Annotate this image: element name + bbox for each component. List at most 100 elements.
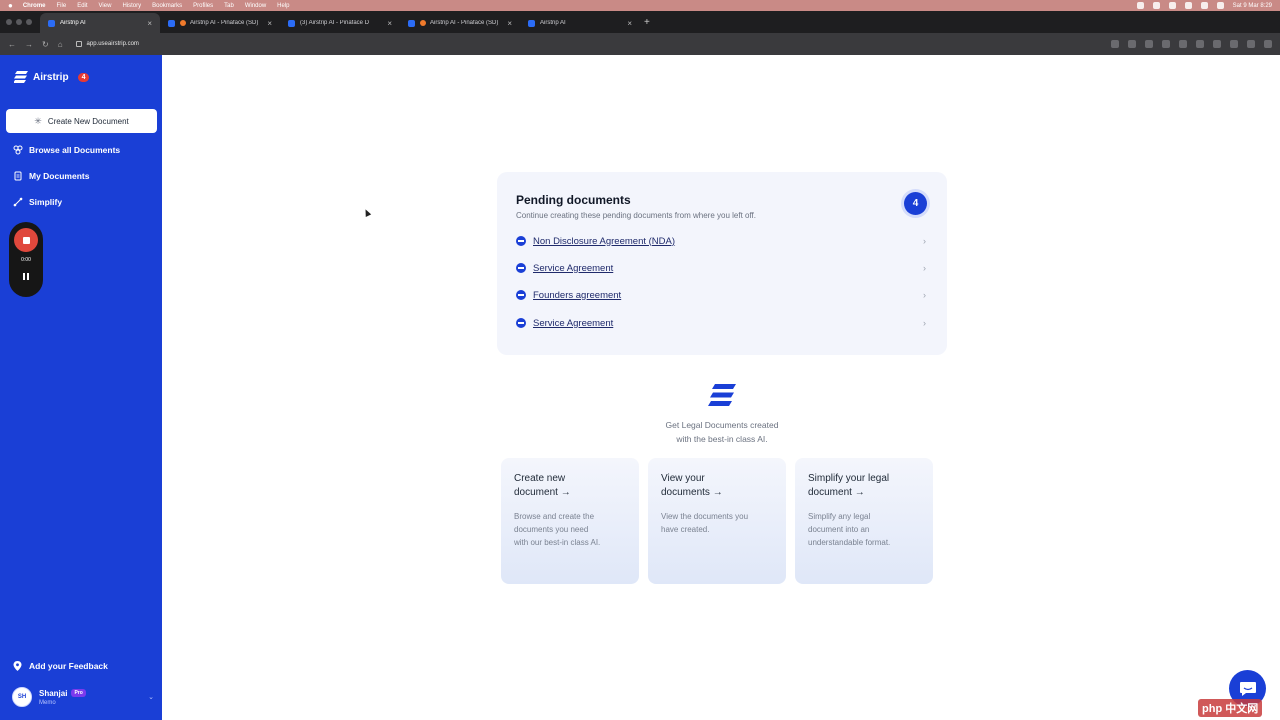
chevron-right-icon[interactable]: › xyxy=(923,318,926,328)
cast-icon[interactable] xyxy=(1111,40,1119,48)
close-tab-icon[interactable]: × xyxy=(387,19,392,28)
close-tab-icon[interactable]: × xyxy=(147,19,152,28)
notification-badge: 4 xyxy=(77,72,90,82)
minimize-window-icon[interactable] xyxy=(16,19,22,25)
menu-edit[interactable]: Edit xyxy=(77,3,87,9)
screen-recorder-widget: 0:00 xyxy=(9,222,43,297)
card-desc-line: documents you need xyxy=(514,525,589,534)
sidebar-item-browse-documents[interactable]: Browse all Documents xyxy=(13,145,120,155)
menu-profiles[interactable]: Profiles xyxy=(193,3,213,9)
user-profile[interactable]: SH Shanjai Pro Memo ⌄ xyxy=(12,686,154,708)
close-tab-icon[interactable]: × xyxy=(267,19,272,28)
chevron-right-icon[interactable]: › xyxy=(923,263,926,273)
menu-history[interactable]: History xyxy=(122,3,141,9)
back-icon[interactable]: ← xyxy=(8,40,16,49)
browser-tab[interactable]: (3) Airstrip AI - Pinaface D × xyxy=(280,13,400,33)
card-desc-line: Browse and create the xyxy=(514,512,595,521)
maximize-window-icon[interactable] xyxy=(26,19,32,25)
documents-grid-icon xyxy=(13,145,23,155)
bookmark-star-icon[interactable] xyxy=(1145,40,1153,48)
extension-icon[interactable] xyxy=(1213,40,1221,48)
menu-file[interactable]: File xyxy=(57,3,67,9)
document-icon xyxy=(14,171,22,181)
sidebar-item-my-documents[interactable]: My Documents xyxy=(13,171,89,181)
view-documents-card[interactable]: View your documents → View the documents… xyxy=(648,458,786,584)
stop-recording-button[interactable] xyxy=(14,228,38,252)
status-icon[interactable] xyxy=(1168,2,1176,9)
browser-tab[interactable]: Airstrip AI × xyxy=(40,13,160,33)
simplify-document-card[interactable]: Simplify your legal document → Simplify … xyxy=(795,458,933,584)
apple-icon[interactable]: ● xyxy=(8,1,13,10)
feedback-link[interactable]: Add your Feedback xyxy=(13,661,108,671)
menu-view[interactable]: View xyxy=(99,3,112,9)
chevron-right-icon[interactable]: › xyxy=(923,290,926,300)
pending-doc-link[interactable]: Service Agreement xyxy=(533,318,613,329)
mouse-cursor-icon xyxy=(362,208,372,217)
pending-documents-card: Pending documents Continue creating thes… xyxy=(497,172,947,355)
toolbar-actions xyxy=(1111,40,1272,48)
close-tab-icon[interactable]: × xyxy=(627,19,632,28)
browser-tab[interactable]: Airstrip AI - Pinaface (SD) × xyxy=(160,13,280,33)
reload-icon[interactable]: ↻ xyxy=(42,40,49,49)
macos-menubar: ● Chrome File Edit View History Bookmark… xyxy=(0,0,1280,11)
site-info-icon[interactable] xyxy=(75,41,82,47)
create-new-document-button[interactable]: ✳ Create New Document xyxy=(6,109,157,133)
minus-circle-icon xyxy=(516,236,526,246)
pending-doc-link[interactable]: Founders agreement xyxy=(533,290,621,301)
browser-tab[interactable]: Airstrip AI × xyxy=(520,13,640,33)
card-title-line: View your xyxy=(661,473,705,484)
pending-doc-row[interactable]: Founders agreement › xyxy=(516,288,926,302)
status-area: Sat 9 Mar 8:29 xyxy=(1136,2,1272,9)
status-icon[interactable] xyxy=(1136,2,1144,9)
create-document-card[interactable]: Create new document → Browse and create … xyxy=(501,458,639,584)
pause-icon[interactable] xyxy=(23,273,29,280)
menu-tab[interactable]: Tab xyxy=(224,3,234,9)
wifi-icon[interactable] xyxy=(1184,2,1192,9)
clock[interactable]: Sat 9 Mar 8:29 xyxy=(1233,3,1272,9)
extension-icon[interactable] xyxy=(1162,40,1170,48)
chevron-down-icon[interactable]: ⌄ xyxy=(148,693,154,701)
card-description: Browse and create the documents you need… xyxy=(514,510,626,549)
sidebar-item-label: My Documents xyxy=(29,171,90,181)
menu-window[interactable]: Window xyxy=(245,3,266,9)
forward-icon[interactable]: → xyxy=(25,40,33,49)
download-icon[interactable] xyxy=(1230,40,1238,48)
zoom-icon[interactable] xyxy=(1128,40,1136,48)
extension-icon[interactable] xyxy=(1196,40,1204,48)
menu-app[interactable]: Chrome xyxy=(23,3,46,9)
close-window-icon[interactable] xyxy=(6,19,12,25)
browser-tab[interactable]: Airstrip AI - Pinaface (SD) × xyxy=(400,13,520,33)
close-tab-icon[interactable]: × xyxy=(507,19,512,28)
pending-doc-link[interactable]: Non Disclosure Agreement (NDA) xyxy=(533,236,675,247)
menu-icon[interactable] xyxy=(1264,40,1272,48)
user-name: Shanjai xyxy=(39,688,68,698)
chat-icon xyxy=(1239,681,1256,696)
status-icon[interactable] xyxy=(1152,2,1160,9)
location-pin-icon xyxy=(13,661,22,671)
recording-time: 0:00 xyxy=(21,257,31,263)
minus-circle-icon xyxy=(516,318,526,328)
airstrip-favicon-icon xyxy=(288,19,295,27)
extension-icon[interactable] xyxy=(1179,40,1187,48)
battery-icon[interactable] xyxy=(1216,2,1224,9)
window-controls xyxy=(6,19,32,25)
volume-icon[interactable] xyxy=(1200,2,1208,9)
card-title: Simplify your legal document → xyxy=(808,472,920,500)
pending-title: Pending documents xyxy=(516,193,631,207)
menu-bookmarks[interactable]: Bookmarks xyxy=(152,3,182,9)
card-desc-line: understandable format. xyxy=(808,538,891,547)
menu-help[interactable]: Help xyxy=(277,3,289,9)
airstrip-favicon-icon xyxy=(528,19,535,27)
pending-doc-row[interactable]: Service Agreement › xyxy=(516,316,926,330)
home-icon[interactable]: ⌂ xyxy=(58,40,63,49)
pending-doc-link[interactable]: Service Agreement xyxy=(533,263,613,274)
brand-logo[interactable]: Airstrip 4 xyxy=(14,71,90,83)
profile-icon[interactable] xyxy=(1247,40,1255,48)
pending-doc-row[interactable]: Service Agreement › xyxy=(516,261,926,275)
url-field[interactable]: app.useairstrip.com xyxy=(75,41,139,47)
new-tab-icon[interactable]: + xyxy=(644,17,650,28)
card-title: View your documents → xyxy=(661,472,773,500)
pending-doc-row[interactable]: Non Disclosure Agreement (NDA) › xyxy=(516,234,926,248)
chevron-right-icon[interactable]: › xyxy=(923,236,926,246)
sidebar-item-simplify[interactable]: Simplify xyxy=(13,197,62,207)
